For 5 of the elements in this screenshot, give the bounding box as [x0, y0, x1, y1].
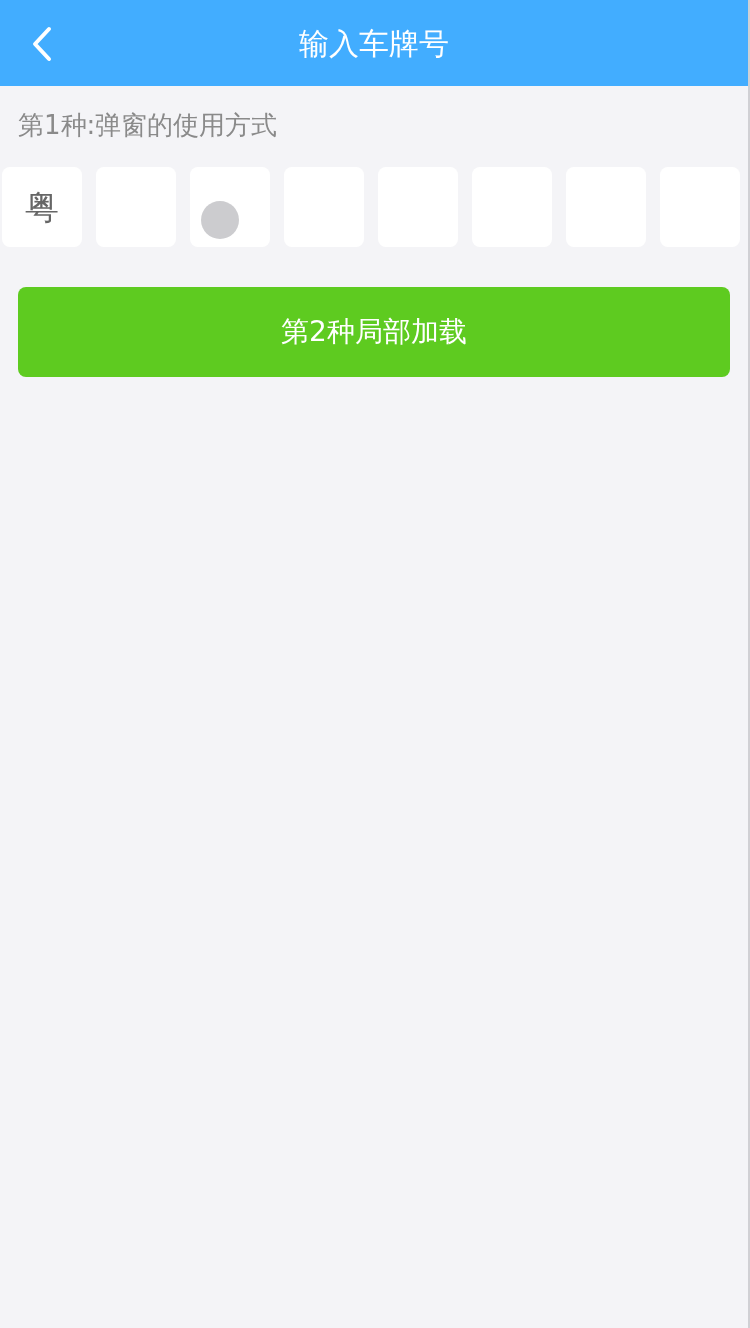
plate-input-cell[interactable]: 粤 [2, 167, 82, 247]
back-icon [31, 26, 53, 62]
section-label: 第1种:弹窗的使用方式 [18, 110, 278, 140]
header-title: 输入车牌号 [299, 24, 449, 63]
plate-input-cell[interactable] [190, 167, 270, 247]
